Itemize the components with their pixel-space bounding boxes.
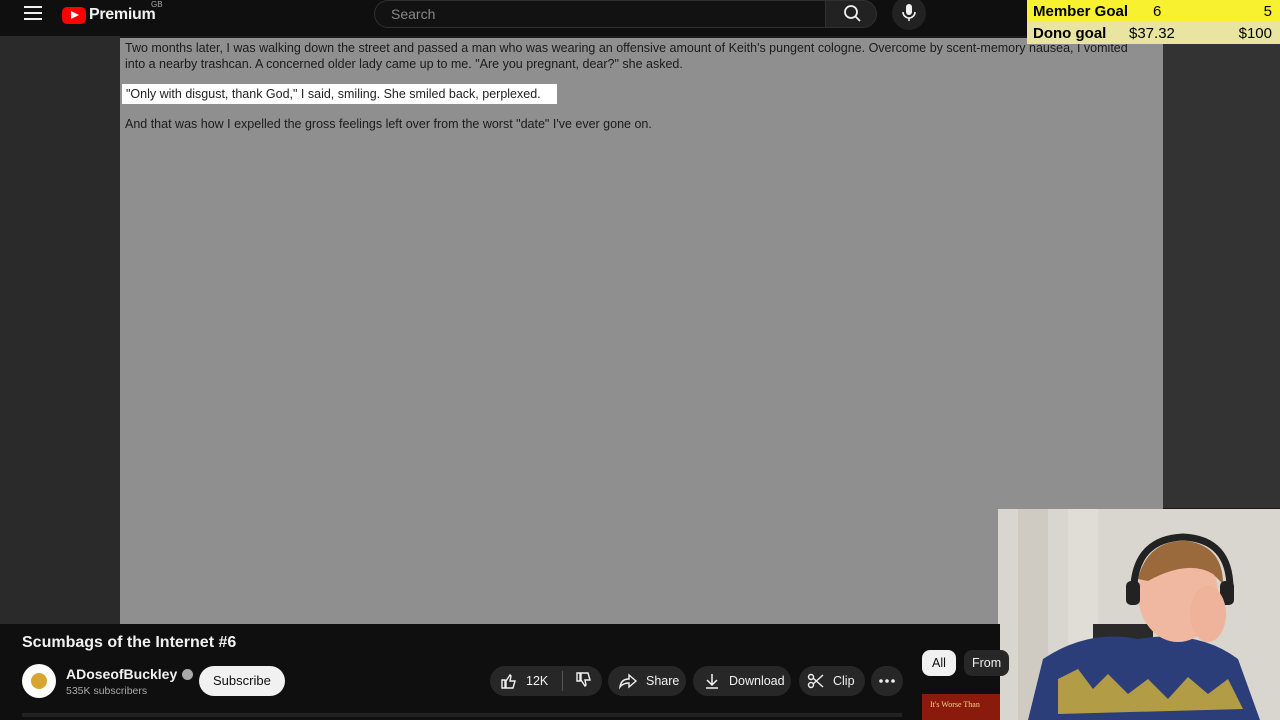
voice-search-button[interactable]	[892, 0, 926, 30]
member-goal-target: 5	[1263, 2, 1272, 20]
download-button[interactable]: Download	[693, 666, 791, 696]
youtube-logo[interactable]: Premium	[62, 3, 156, 27]
share-icon	[618, 673, 638, 690]
video-title: Scumbags of the Internet #6	[22, 634, 237, 651]
channel-name-row[interactable]: ADoseofBuckley	[66, 666, 194, 682]
youtube-play-icon	[62, 6, 86, 24]
clip-label: Clip	[833, 674, 855, 688]
dono-goal-row: Dono goal $37.32 $100	[1027, 22, 1280, 44]
highlighted-paragraph: "Only with disgust, thank God," I said, …	[122, 84, 557, 104]
country-code: GB	[151, 0, 163, 9]
download-label: Download	[729, 674, 785, 688]
thumbnail-text: It's Worse Than	[930, 700, 980, 709]
menu-icon[interactable]	[20, 2, 46, 26]
chip-all[interactable]: All	[922, 650, 956, 676]
search-input[interactable]	[389, 5, 813, 23]
more-actions-button[interactable]	[871, 666, 903, 696]
search-box	[374, 0, 827, 28]
video-letterbox-left	[0, 36, 120, 624]
recommended-video-thumbnail[interactable]: It's Worse Than	[922, 694, 1000, 720]
thumbs-up-icon	[501, 673, 516, 689]
share-label: Share	[646, 674, 680, 688]
dono-goal-label: Dono goal	[1033, 24, 1107, 42]
video-details: Scumbags of the Internet #6 ADoseofBuckl…	[0, 624, 1010, 720]
streamer-webcam-image	[998, 509, 1280, 720]
like-button[interactable]: 12K	[490, 671, 563, 691]
subscriber-count: 535K subscribers	[66, 685, 148, 697]
logo-text: Premium	[89, 6, 156, 23]
story-paragraph: And that was how I expelled the gross fe…	[125, 117, 652, 131]
mic-icon	[902, 4, 916, 21]
dono-goal-current: $37.32	[1129, 24, 1175, 42]
description-divider	[22, 713, 902, 717]
story-paragraph: Two months later, I was walking down the…	[125, 41, 1128, 71]
clip-button[interactable]: Clip	[799, 666, 865, 696]
search-icon	[844, 5, 861, 22]
dono-goal-target: $100	[1238, 24, 1272, 42]
thumbs-down-icon	[576, 671, 591, 687]
share-button[interactable]: Share	[608, 666, 686, 696]
channel-avatar[interactable]	[22, 664, 56, 698]
dislike-button[interactable]	[563, 671, 593, 692]
search-button[interactable]	[825, 0, 877, 28]
chip-from-channel[interactable]: From	[964, 650, 1010, 676]
verified-icon	[182, 669, 194, 680]
like-count: 12K	[526, 674, 549, 688]
download-icon	[706, 674, 718, 689]
video-letterbox-right	[1163, 36, 1280, 508]
more-horizontal-icon	[879, 679, 895, 683]
webcam-feed	[998, 509, 1280, 720]
member-goal-row: Member Goal 6 5	[1027, 0, 1280, 22]
member-goal-current: 6	[1153, 2, 1162, 20]
channel-name[interactable]: ADoseofBuckley	[66, 666, 177, 682]
scissors-icon	[807, 673, 824, 689]
stream-goals-overlay: Member Goal 6 5 Dono goal $37.32 $100	[1027, 0, 1280, 45]
subscribe-button[interactable]: Subscribe	[199, 666, 285, 696]
like-dislike-group: 12K	[490, 666, 602, 696]
member-goal-label: Member Goal	[1033, 2, 1129, 20]
